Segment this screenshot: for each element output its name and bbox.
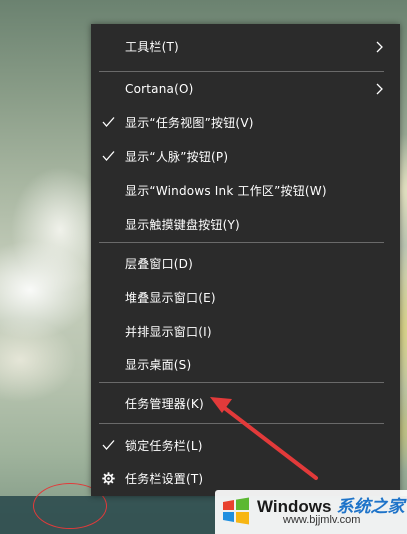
menu-item-label: 显示“人脉”按钮(P) (125, 150, 229, 164)
menu-item-label: Cortana(O) (125, 82, 194, 96)
menu-separator (99, 382, 384, 383)
desktop-screenshot: 工具栏(T) Cortana(O) 显示“任务视图”按钮(V) 显示“人脉”按钮… (0, 0, 407, 534)
menu-item-cascade-windows[interactable]: 层叠窗口(D) (91, 247, 400, 281)
menu-item-label: 显示桌面(S) (125, 358, 192, 372)
menu-item-label: 锁定任务栏(L) (125, 439, 203, 453)
gear-icon (102, 462, 116, 496)
menu-item-show-desktop[interactable]: 显示桌面(S) (91, 348, 400, 382)
menu-item-task-manager[interactable]: 任务管理器(K) (91, 387, 400, 421)
menu-separator (99, 423, 384, 424)
menu-item-stack-windows[interactable]: 堆叠显示窗口(E) (91, 281, 400, 315)
menu-item-label: 任务管理器(K) (125, 397, 204, 411)
chevron-right-icon (376, 72, 386, 106)
checkmark-icon (102, 106, 116, 140)
menu-item-show-touch-keyboard-button[interactable]: 显示触摸键盘按钮(Y) (91, 208, 400, 242)
site-watermark: Windows 系统之家 www.bjjmlv.com (215, 490, 407, 534)
menu-item-show-windows-ink-button[interactable]: 显示“Windows Ink 工作区”按钮(W) (91, 174, 400, 208)
menu-item-label: 并排显示窗口(I) (125, 325, 212, 339)
menu-item-lock-taskbar[interactable]: 锁定任务栏(L) (91, 429, 400, 463)
menu-item-cortana[interactable]: Cortana(O) (91, 72, 400, 106)
checkmark-icon (102, 140, 116, 174)
menu-item-show-task-view-button[interactable]: 显示“任务视图”按钮(V) (91, 106, 400, 140)
menu-item-label: 工具栏(T) (125, 40, 179, 54)
menu-item-label: 显示“任务视图”按钮(V) (125, 116, 254, 130)
windows-logo-icon (223, 497, 249, 525)
menu-item-label: 任务栏设置(T) (125, 472, 204, 486)
menu-item-label: 显示“Windows Ink 工作区”按钮(W) (125, 184, 327, 198)
menu-item-label: 显示触摸键盘按钮(Y) (125, 218, 240, 232)
watermark-url: www.bjjmlv.com (283, 514, 361, 526)
checkmark-icon (102, 429, 116, 463)
menu-item-toolbars[interactable]: 工具栏(T) (91, 30, 400, 64)
menu-item-label: 层叠窗口(D) (125, 257, 194, 271)
menu-item-label: 堆叠显示窗口(E) (125, 291, 216, 305)
chevron-right-icon (376, 30, 386, 64)
menu-separator (99, 242, 384, 243)
menu-item-show-people-button[interactable]: 显示“人脉”按钮(P) (91, 140, 400, 174)
taskbar-context-menu: 工具栏(T) Cortana(O) 显示“任务视图”按钮(V) 显示“人脉”按钮… (91, 24, 400, 496)
menu-item-side-by-side-windows[interactable]: 并排显示窗口(I) (91, 315, 400, 349)
